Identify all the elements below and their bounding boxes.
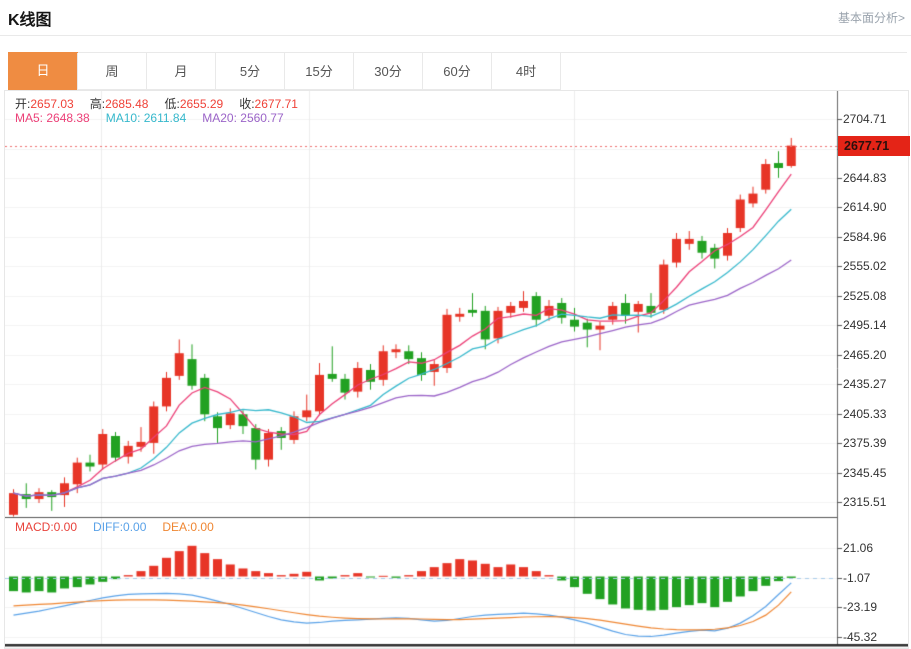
tab-5分[interactable]: 5分 — [215, 53, 285, 90]
fundamental-analysis-link[interactable]: 基本面分析> — [838, 9, 905, 26]
y-axis-tick-label: 2525.08 — [843, 289, 886, 303]
y-axis-tick-label: 2405.33 — [843, 407, 886, 421]
kline-widget: K线图 基本面分析> 日周月5分15分30分60分4时 开:2657.03 高:2… — [0, 0, 911, 649]
page-title: K线图 — [8, 6, 52, 30]
y-axis-tick-label: 2375.39 — [843, 436, 886, 450]
y-axis-tick-label: 2495.14 — [843, 318, 886, 332]
info-item: DIFF:0.00 — [93, 520, 146, 534]
info-item: 收:2677.71 — [239, 97, 298, 111]
y-axis-tick-label: -23.19 — [843, 600, 877, 614]
y-axis-tick-label: 2315.51 — [843, 495, 886, 509]
y-axis-tick-label: -45.32 — [843, 630, 877, 644]
info-item: MA5: 2648.38 — [15, 111, 90, 125]
y-axis-tick-label: 2704.71 — [843, 112, 886, 126]
tab-日[interactable]: 日 — [8, 52, 78, 90]
y-axis-tick-label: 2555.02 — [843, 259, 886, 273]
tab-周[interactable]: 周 — [77, 53, 147, 90]
macd-info-row: MACD:0.00 DIFF:0.00 DEA:0.00 — [15, 520, 230, 534]
y-axis-tick-label: 2584.96 — [843, 230, 886, 244]
period-tab-bar: 日周月5分15分30分60分4时 — [8, 52, 907, 90]
info-item: MA20: 2560.77 — [202, 111, 283, 125]
info-item: 低:2655.29 — [164, 97, 223, 111]
info-item: 开:2657.03 — [15, 97, 74, 111]
header-divider — [0, 35, 911, 36]
ma-info-row: MA5: 2648.38 MA10: 2611.84 MA20: 2560.77 — [15, 111, 300, 125]
y-axis-tick-label: 2465.20 — [843, 348, 886, 362]
kline-chart-canvas[interactable] — [5, 91, 908, 648]
chart-container: 开:2657.03 高:2685.48 低:2655.29 收:2677.71 MA5… — [4, 90, 909, 649]
tab-15分[interactable]: 15分 — [284, 53, 354, 90]
ohlc-info-row: 开:2657.03 高:2685.48 低:2655.29 收:2677.71 — [15, 95, 314, 112]
y-axis-tick-label: 21.06 — [843, 541, 873, 555]
current-price-tag: 2677.71 — [838, 136, 910, 156]
y-axis-tick-label: 2644.83 — [843, 171, 886, 185]
tab-30分[interactable]: 30分 — [353, 53, 423, 90]
y-axis-tick-label: 2345.45 — [843, 466, 886, 480]
y-axis-tick-label: 2614.90 — [843, 200, 886, 214]
tab-4时[interactable]: 4时 — [491, 53, 561, 90]
y-axis-tick-label: -1.07 — [843, 571, 870, 585]
info-item: DEA:0.00 — [162, 520, 213, 534]
tab-60分[interactable]: 60分 — [422, 53, 492, 90]
info-item: 高:2685.48 — [90, 97, 149, 111]
info-item: MACD:0.00 — [15, 520, 77, 534]
y-axis-tick-label: 2435.27 — [843, 377, 886, 391]
tab-月[interactable]: 月 — [146, 53, 216, 90]
info-item: MA10: 2611.84 — [106, 111, 187, 125]
